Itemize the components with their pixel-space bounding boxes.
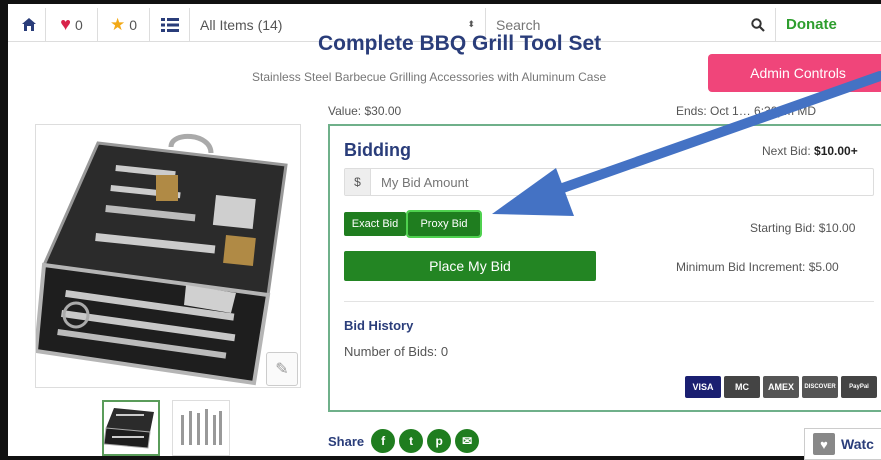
proxy-bid-button[interactable]: Proxy Bid bbox=[406, 210, 482, 238]
thumbnail-2[interactable] bbox=[172, 400, 230, 456]
bid-amount-group: $ bbox=[344, 168, 874, 196]
watch-button[interactable]: ♥ Watc bbox=[804, 428, 881, 460]
next-bid-value: $10.00+ bbox=[814, 144, 858, 158]
thumbnail-tools-image bbox=[181, 409, 222, 445]
starting-bid: Starting Bid: $10.00 bbox=[750, 221, 856, 235]
payment-cards: VISA MC AMEX DISCOVER PayPal bbox=[685, 376, 877, 398]
search-input[interactable] bbox=[496, 16, 726, 33]
panel-divider bbox=[344, 301, 874, 302]
visa-card-icon: VISA bbox=[685, 376, 721, 398]
starred-count: 0 bbox=[129, 16, 138, 33]
donate-link[interactable]: Donate bbox=[776, 8, 837, 42]
product-image[interactable] bbox=[33, 124, 301, 388]
bidding-panel: Bidding Next Bid: $10.00+ $ Exact Bid Pr… bbox=[328, 124, 881, 412]
amex-card-icon: AMEX bbox=[763, 376, 799, 398]
place-bid-button[interactable]: Place My Bid bbox=[344, 251, 596, 281]
item-title: Complete BBQ Grill Tool Set bbox=[318, 32, 602, 55]
item-subtitle: Stainless Steel Barbecue Grilling Access… bbox=[252, 70, 607, 84]
pinterest-icon[interactable]: p bbox=[427, 429, 452, 453]
watch-label: Watc bbox=[841, 436, 874, 452]
list-view-button[interactable] bbox=[150, 7, 190, 42]
item-end-time: Ends: Oct 1… 6:30pm MD bbox=[676, 104, 817, 118]
item-value: Value: $30.00 bbox=[328, 104, 402, 118]
exact-bid-button[interactable]: Exact Bid bbox=[344, 212, 406, 236]
home-icon bbox=[21, 18, 36, 31]
bidding-title: Bidding bbox=[344, 140, 411, 160]
starred-button[interactable]: ★ 0 bbox=[98, 7, 150, 42]
bid-history-title: Bid History bbox=[344, 318, 414, 333]
bid-amount-input[interactable] bbox=[371, 169, 873, 195]
paypal-card-icon: PayPal bbox=[841, 376, 877, 398]
next-bid-label: Next Bid: bbox=[762, 144, 811, 158]
home-button[interactable] bbox=[8, 7, 46, 42]
edit-image-button[interactable]: ✎ bbox=[266, 352, 298, 386]
heart-icon: ♥ bbox=[60, 14, 71, 34]
favorites-count: 0 bbox=[74, 16, 83, 33]
star-icon: ★ bbox=[109, 14, 126, 34]
number-of-bids: Number of Bids: 0 bbox=[344, 344, 449, 359]
favorites-button[interactable]: ♥ 0 bbox=[46, 7, 98, 42]
thumbnail-1[interactable] bbox=[102, 400, 160, 456]
facebook-icon[interactable]: f bbox=[371, 429, 396, 453]
pencil-icon: ✎ bbox=[275, 361, 289, 378]
thumbnail-case-image bbox=[103, 408, 154, 449]
share-label: Share bbox=[328, 433, 365, 449]
admin-controls-button[interactable]: Admin Controls bbox=[708, 54, 881, 92]
email-icon[interactable]: ✉ bbox=[455, 429, 480, 453]
discover-card-icon: DISCOVER bbox=[802, 376, 838, 398]
category-select-value: All Items (14) bbox=[200, 16, 283, 33]
heart-icon: ♥ bbox=[813, 433, 835, 455]
bbq-tool-case-image bbox=[33, 133, 288, 386]
select-arrows-icon: ⬍ bbox=[467, 19, 475, 29]
currency-addon: $ bbox=[345, 169, 371, 195]
next-bid: Next Bid: $10.00+ bbox=[762, 144, 858, 158]
share-row: Share f t p ✉ bbox=[328, 429, 480, 453]
twitter-icon[interactable]: t bbox=[399, 429, 424, 453]
minimum-bid-increment: Minimum Bid Increment: $5.00 bbox=[676, 260, 839, 274]
mastercard-icon: MC bbox=[724, 376, 760, 398]
list-icon bbox=[160, 17, 179, 32]
search-icon[interactable] bbox=[751, 17, 765, 32]
